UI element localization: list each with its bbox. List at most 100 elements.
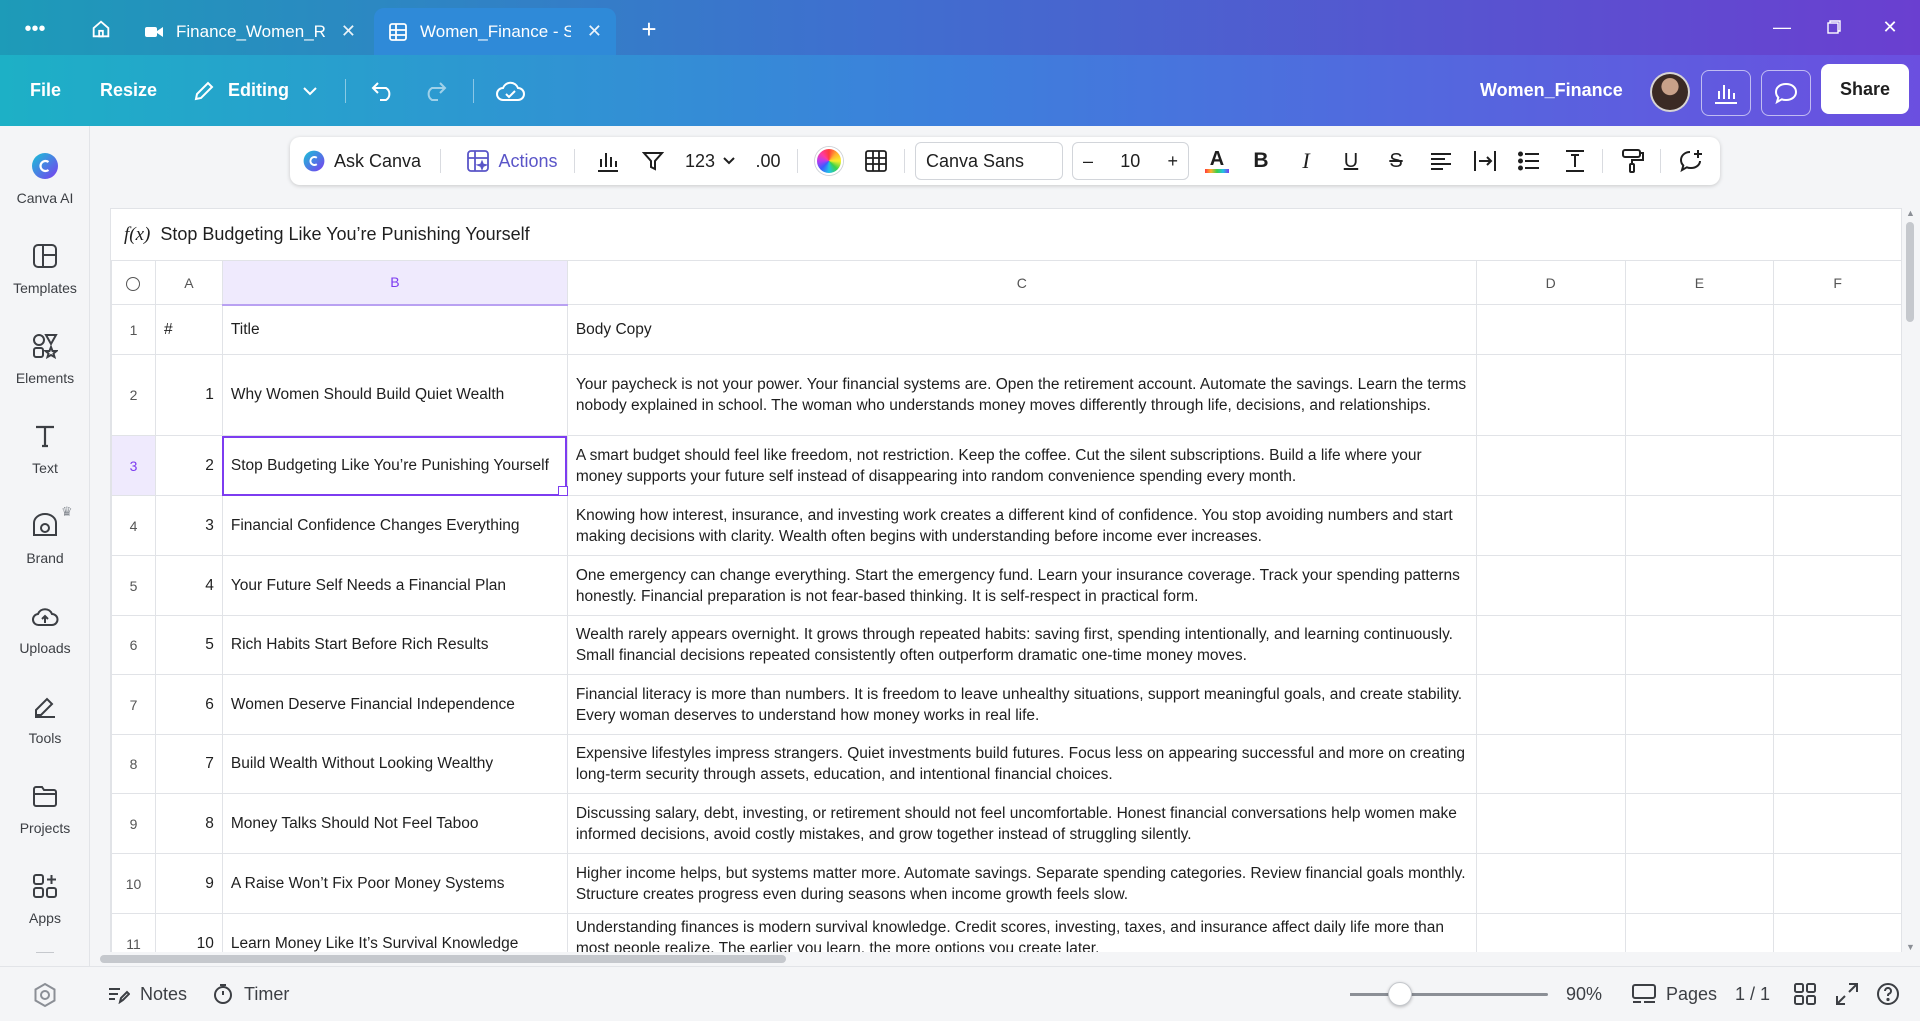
cell-c[interactable]: Your paycheck is not your power. Your fi… xyxy=(566,354,1477,436)
strikethrough-button[interactable]: S xyxy=(1379,137,1413,185)
share-button[interactable]: Share xyxy=(1821,64,1909,114)
cell-f[interactable] xyxy=(1773,734,1902,794)
cell-a[interactable]: 3 xyxy=(154,495,223,556)
cell-f[interactable] xyxy=(1773,435,1902,496)
cell-d[interactable] xyxy=(1475,555,1626,616)
fullscreen-icon[interactable] xyxy=(1836,967,1858,1021)
cell-a[interactable]: # xyxy=(154,304,223,355)
file-menu[interactable]: File xyxy=(30,55,61,126)
add-comment-button[interactable] xyxy=(1674,137,1708,185)
list-button[interactable] xyxy=(1512,137,1546,185)
zoom-level[interactable]: 90% xyxy=(1566,967,1602,1021)
font-family-dropdown[interactable]: Canva Sans xyxy=(915,142,1063,180)
cell-a[interactable]: 6 xyxy=(154,674,223,735)
column-header-c[interactable]: C xyxy=(566,260,1477,305)
comments-button[interactable] xyxy=(1761,70,1811,116)
cell-f[interactable] xyxy=(1773,913,1902,952)
cell-b[interactable]: Money Talks Should Not Feel Taboo xyxy=(221,793,568,854)
resize-button[interactable]: Resize xyxy=(100,55,157,126)
document-title[interactable]: Women_Finance xyxy=(1480,55,1623,126)
cell-e[interactable] xyxy=(1624,793,1775,854)
cell-c[interactable]: A smart budget should feel like freedom,… xyxy=(566,435,1477,496)
cell-a[interactable]: 1 xyxy=(154,354,223,436)
avatar[interactable] xyxy=(1650,72,1690,112)
filter-button[interactable] xyxy=(635,137,671,185)
cell-a[interactable]: 5 xyxy=(154,615,223,675)
minimize-icon[interactable]: — xyxy=(1762,12,1802,42)
select-all-corner[interactable] xyxy=(111,260,156,305)
zoom-slider[interactable] xyxy=(1350,982,1548,1006)
cell-d[interactable] xyxy=(1475,615,1626,675)
column-header-f[interactable]: F xyxy=(1773,260,1902,305)
column-header-b[interactable]: B xyxy=(221,260,568,306)
undo-icon[interactable] xyxy=(370,55,396,126)
rail-item-canva-ai[interactable]: Canva AI xyxy=(0,142,90,222)
redo-icon[interactable] xyxy=(422,55,448,126)
borders-button[interactable] xyxy=(858,137,894,185)
more-icon[interactable]: ••• xyxy=(20,14,50,44)
row-header[interactable]: 11 xyxy=(111,913,156,952)
timer-button[interactable]: Timer xyxy=(212,967,289,1021)
tab-finance-women[interactable]: Finance_Women_R... ✕ xyxy=(130,8,370,55)
rail-item-templates[interactable]: Templates xyxy=(0,232,90,312)
row-header[interactable]: 1 xyxy=(111,304,156,355)
close-icon[interactable]: ✕ xyxy=(341,21,356,42)
close-icon[interactable]: ✕ xyxy=(587,21,602,42)
zoom-slider-knob[interactable] xyxy=(1387,982,1412,1006)
horizontal-scrollbar[interactable] xyxy=(90,952,1902,966)
cell-e[interactable] xyxy=(1624,674,1775,735)
row-header[interactable]: 2 xyxy=(111,354,156,436)
home-icon[interactable] xyxy=(86,14,116,44)
cell-a[interactable]: 8 xyxy=(154,793,223,854)
cell-e[interactable] xyxy=(1624,435,1775,496)
row-header[interactable]: 4 xyxy=(111,495,156,556)
new-tab-icon[interactable]: + xyxy=(634,14,664,44)
cell-f[interactable] xyxy=(1773,354,1902,436)
fill-color-button[interactable] xyxy=(812,137,846,185)
active-cell[interactable]: Stop Budgeting Like You’re Punishing You… xyxy=(221,435,568,496)
scroll-down-icon[interactable]: ▼ xyxy=(1906,942,1915,952)
cell-d[interactable] xyxy=(1475,435,1626,496)
cell-f[interactable] xyxy=(1773,674,1902,735)
cell-f[interactable] xyxy=(1773,495,1902,556)
row-header[interactable]: 5 xyxy=(111,555,156,616)
column-header-e[interactable]: E xyxy=(1624,260,1775,305)
cell-c[interactable]: Discussing salary, debt, investing, or r… xyxy=(566,793,1477,854)
cell-a[interactable]: 10 xyxy=(154,913,223,952)
row-header[interactable]: 7 xyxy=(111,674,156,735)
cell-d[interactable] xyxy=(1475,304,1626,355)
rail-item-apps[interactable]: Apps xyxy=(0,862,90,942)
cell-b[interactable]: Rich Habits Start Before Rich Results xyxy=(221,615,568,675)
row-header[interactable]: 10 xyxy=(111,853,156,914)
cell-f[interactable] xyxy=(1773,853,1902,914)
insert-chart-button[interactable] xyxy=(590,137,626,185)
tab-women-finance[interactable]: Women_Finance - S... ✕ xyxy=(374,8,616,55)
cell-b[interactable]: Build Wealth Without Looking Wealthy xyxy=(221,734,568,794)
cell-e[interactable] xyxy=(1624,853,1775,914)
cell-b[interactable]: Financial Confidence Changes Everything xyxy=(221,495,568,556)
cell-c[interactable]: Higher income helps, but systems matter … xyxy=(566,853,1477,914)
italic-button[interactable]: I xyxy=(1289,137,1323,185)
cell-b[interactable]: Title xyxy=(221,304,568,355)
column-header-d[interactable]: D xyxy=(1475,260,1626,305)
cell-c[interactable]: Understanding finances is modern surviva… xyxy=(566,913,1477,952)
cell-f[interactable] xyxy=(1773,304,1902,355)
cell-a[interactable]: 7 xyxy=(154,734,223,794)
fill-handle[interactable] xyxy=(558,486,568,496)
cell-b[interactable]: Why Women Should Build Quiet Wealth xyxy=(221,354,568,436)
cell-d[interactable] xyxy=(1475,495,1626,556)
close-window-icon[interactable]: ✕ xyxy=(1870,12,1910,42)
cell-d[interactable] xyxy=(1475,793,1626,854)
cell-d[interactable] xyxy=(1475,734,1626,794)
align-button[interactable] xyxy=(1424,137,1458,185)
formula-input[interactable]: Stop Budgeting Like You’re Punishing You… xyxy=(160,224,529,245)
notes-button[interactable]: Notes xyxy=(108,967,187,1021)
text-height-button[interactable] xyxy=(1558,137,1592,185)
row-header[interactable]: 6 xyxy=(111,615,156,675)
decimal-places-button[interactable]: .00 xyxy=(748,137,788,185)
rail-item-projects[interactable]: Projects xyxy=(0,772,90,852)
cell-f[interactable] xyxy=(1773,555,1902,616)
cell-d[interactable] xyxy=(1475,354,1626,436)
cell-e[interactable] xyxy=(1624,304,1775,355)
cell-a[interactable]: 9 xyxy=(154,853,223,914)
